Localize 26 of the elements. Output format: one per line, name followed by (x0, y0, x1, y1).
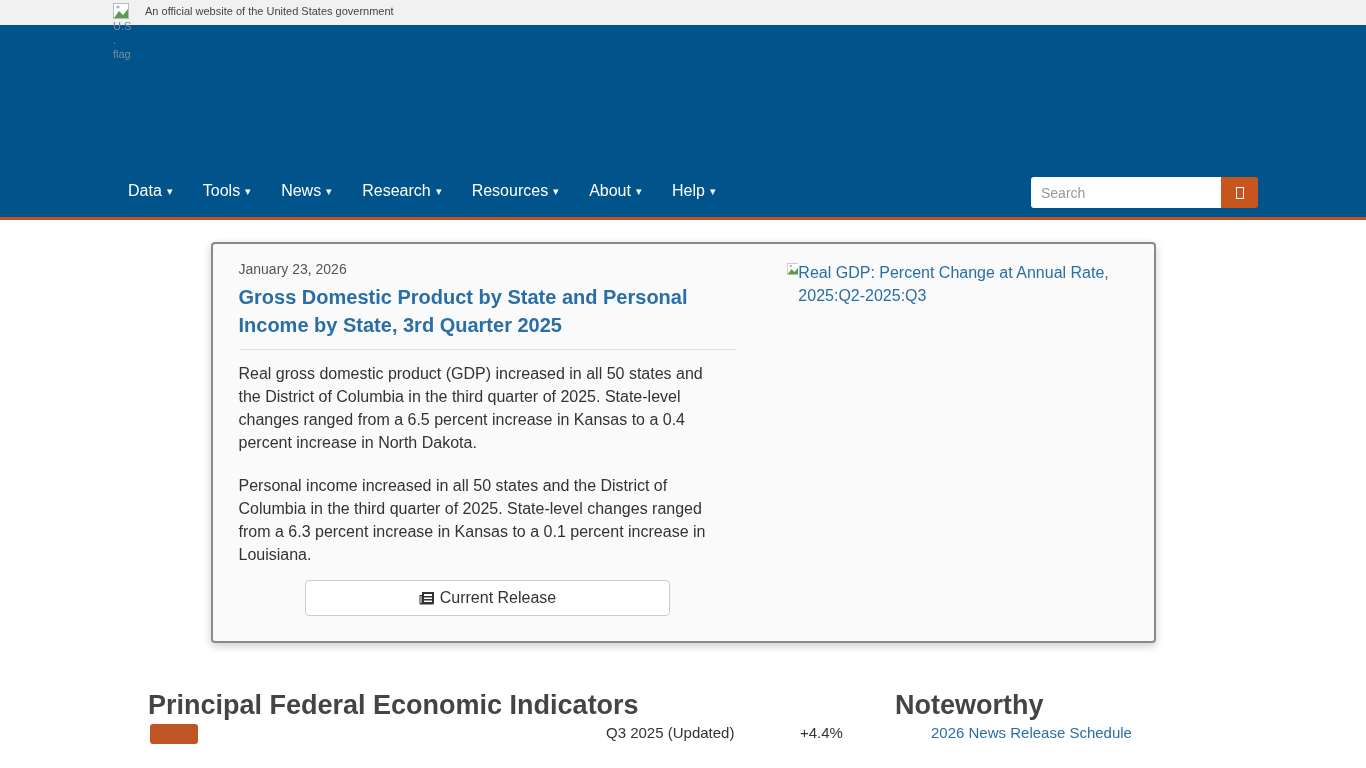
search-button[interactable] (1221, 177, 1258, 208)
indicator-value: +4.4% (800, 724, 843, 741)
indicator-period: Q3 2025 (Updated) (606, 724, 736, 741)
search-field[interactable]: Search (1031, 177, 1221, 208)
nav-menu-item[interactable]: About ▾ (574, 174, 657, 208)
indicator-tag (150, 724, 198, 744)
current-release-button[interactable]: Current Release (305, 580, 670, 616)
noteworthy-link[interactable]: 2026 News Release Schedule (931, 724, 1132, 741)
indicators-heading: Principal Federal Economic Indicators (148, 689, 640, 721)
nav-menu-item[interactable]: Tools ▾ (187, 174, 267, 208)
broken-image-icon (113, 3, 129, 19)
nav-menu-item[interactable]: Resources ▾ (456, 174, 575, 208)
broken-image-icon (786, 261, 799, 277)
noteworthy-heading: Noteworthy (895, 689, 1045, 721)
nav-menu-item[interactable]: Research ▾ (347, 174, 457, 208)
newspaper-icon (418, 591, 435, 605)
release-paragraph: Personal income increased in all 50 states and the District of Columbia in the third quarter of 2025. State-level changes ranged from a 6.3 percent increase in Kansas to a 0.1 percent increase in Louisiana. (238, 476, 707, 565)
nav-menu-item[interactable]: News ▾ (266, 174, 348, 208)
release-paragraph: Real gross domestic product (GDP) increased in all 50 states and the District of Columbia in the third quarter of 2025. State-level changes ranged from a 6.5 percent increase in Kansas to a 0.4 percent increase in North Dakota. (238, 364, 704, 453)
nav-menu-item[interactable]: Data ▾ (113, 174, 188, 208)
release-date: January 23, 2026 (238, 261, 348, 277)
missing-glyph-icon (1235, 186, 1244, 199)
gov-banner-text: An official website of the United States government (145, 4, 394, 19)
chart-image-alt-text[interactable]: Real GDP: Percent Change at Annual Rate, 2025:Q2-2025:Q3 (798, 261, 1127, 307)
release-title[interactable]: Gross Domestic Product by State and Personal Income by State, 3rd Quarter 2025 (238, 283, 737, 350)
nav-menu-item[interactable]: Help ▾ (656, 174, 731, 208)
